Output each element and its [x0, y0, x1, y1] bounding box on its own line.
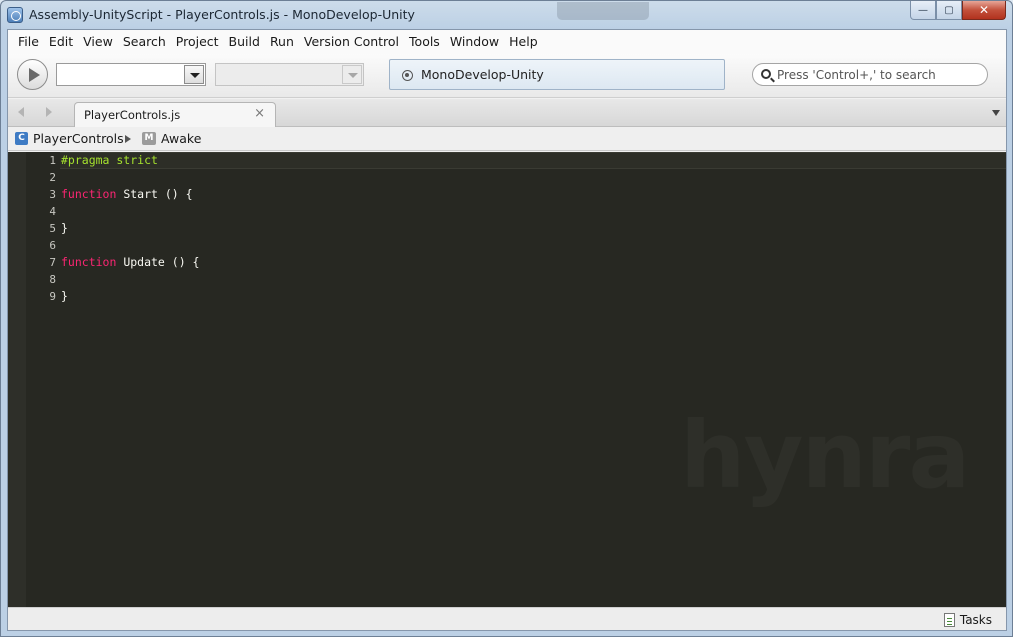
- client-area: File Edit View Search Project Build Run …: [7, 29, 1007, 631]
- code-token: Update () {: [116, 255, 200, 269]
- status-text: MonoDevelop-Unity: [421, 67, 544, 82]
- menu-build[interactable]: Build: [224, 30, 265, 54]
- tasks-clipboard-icon: [943, 612, 955, 627]
- close-button[interactable]: ✕: [962, 1, 1006, 20]
- caption-buttons: — ▢ ✕: [910, 1, 1006, 21]
- chevron-down-icon[interactable]: [184, 65, 204, 84]
- platform-combo: [215, 63, 364, 86]
- breadcrumb-separator-icon: [125, 135, 131, 143]
- chevron-down-icon: [342, 65, 362, 84]
- line-number: 7: [49, 256, 56, 269]
- editor-icon-margin[interactable]: [8, 152, 26, 607]
- code-line[interactable]: #pragma strict: [61, 152, 158, 169]
- code-line[interactable]: }: [61, 288, 68, 305]
- pragma-token: #pragma strict: [61, 153, 158, 167]
- status-area: MonoDevelop-Unity: [389, 59, 725, 90]
- status-bar: Tasks: [8, 607, 1006, 630]
- global-search-box[interactable]: [752, 63, 988, 86]
- line-number: 4: [49, 205, 56, 218]
- menu-edit[interactable]: Edit: [44, 30, 78, 54]
- code-token: }: [61, 221, 68, 235]
- line-number: 2: [49, 171, 56, 184]
- line-number: 1: [49, 154, 56, 167]
- line-number: 6: [49, 239, 56, 252]
- window-frame: Assembly-UnityScript - PlayerControls.js…: [0, 0, 1013, 637]
- code-line[interactable]: function Update () {: [61, 254, 199, 271]
- menu-run[interactable]: Run: [265, 30, 299, 54]
- tab-label: PlayerControls.js: [84, 108, 181, 122]
- menu-tools[interactable]: Tools: [404, 30, 445, 54]
- main-toolbar: MonoDevelop-Unity: [8, 54, 1006, 98]
- menu-view[interactable]: View: [78, 30, 118, 54]
- document-tab-bar: PlayerControls.js ×: [8, 99, 1006, 127]
- menu-version-control[interactable]: Version Control: [299, 30, 404, 54]
- breadcrumb: C PlayerControls M Awake: [8, 127, 1006, 151]
- play-icon: [29, 68, 40, 82]
- search-input[interactable]: [775, 66, 981, 83]
- method-icon: M: [142, 132, 156, 145]
- menu-project[interactable]: Project: [171, 30, 224, 54]
- maximize-button[interactable]: ▢: [936, 1, 962, 20]
- code-token: Start () {: [116, 187, 193, 201]
- keyword-token: function: [61, 255, 117, 269]
- tab-playercontrols-js[interactable]: PlayerControls.js ×: [74, 102, 276, 127]
- status-ready-icon: [402, 70, 413, 81]
- line-number: 3: [49, 188, 56, 201]
- close-icon[interactable]: ×: [254, 106, 265, 121]
- menu-window[interactable]: Window: [445, 30, 504, 54]
- background-window-caption: [557, 2, 649, 20]
- code-token: }: [61, 289, 68, 303]
- tab-nav-back-icon[interactable]: [18, 107, 24, 117]
- menu-help[interactable]: Help: [504, 30, 543, 54]
- line-number: 9: [49, 290, 56, 303]
- current-line-highlight: [60, 152, 1006, 169]
- code-line[interactable]: function Start () {: [61, 186, 193, 203]
- tasks-label: Tasks: [959, 612, 992, 627]
- monodevelop-app-icon[interactable]: [7, 7, 23, 23]
- breadcrumb-class[interactable]: PlayerControls: [33, 131, 124, 146]
- run-button[interactable]: [17, 59, 48, 90]
- breadcrumb-method[interactable]: Awake: [161, 131, 201, 146]
- minimize-button[interactable]: —: [910, 1, 936, 20]
- tab-list-dropdown-icon[interactable]: [992, 110, 1000, 116]
- menu-search[interactable]: Search: [118, 30, 171, 54]
- tab-nav-forward-icon[interactable]: [46, 107, 52, 117]
- menu-file[interactable]: File: [13, 30, 44, 54]
- menu-bar: File Edit View Search Project Build Run …: [8, 30, 1006, 54]
- class-icon: C: [15, 132, 28, 145]
- code-editor[interactable]: 1 2 3 4 5 6 7 8 9 #pragma strict function Start (…: [8, 152, 1006, 607]
- search-icon: [761, 69, 771, 79]
- tasks-button[interactable]: Tasks: [943, 611, 992, 628]
- line-number: 5: [49, 222, 56, 235]
- title-bar[interactable]: Assembly-UnityScript - PlayerControls.js…: [1, 1, 1012, 29]
- keyword-token: function: [61, 187, 117, 201]
- window-title: Assembly-UnityScript - PlayerControls.js…: [29, 7, 415, 22]
- configuration-combo[interactable]: [56, 63, 206, 86]
- line-number: 8: [49, 273, 56, 286]
- watermark: hynra: [680, 402, 970, 509]
- code-line[interactable]: }: [61, 220, 68, 237]
